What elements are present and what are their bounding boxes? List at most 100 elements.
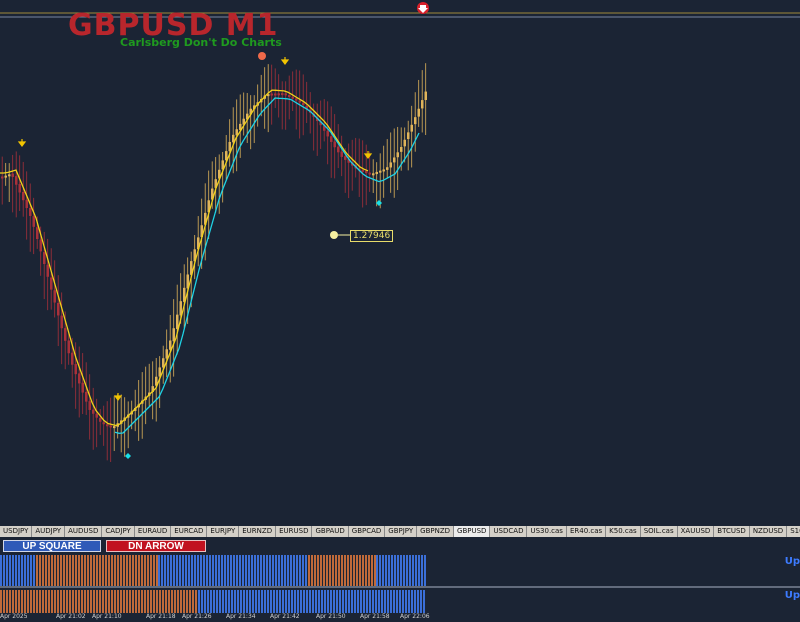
indicator-bar (393, 590, 395, 613)
indicator-bar (12, 590, 14, 613)
bear-candle (53, 290, 56, 303)
indicator-bar (270, 590, 272, 613)
symbol-tab-cadjpy[interactable]: CADJPY (102, 526, 135, 537)
indicator-bar (27, 555, 29, 586)
symbol-tab-eurjpy[interactable]: EURJPY (207, 526, 240, 537)
indicator-bar (126, 555, 128, 586)
bull-candle (424, 91, 427, 101)
indicator-bar (75, 590, 77, 613)
symbol-tab-eurnzd[interactable]: EURNZD (239, 526, 277, 537)
symbol-tab-euraud[interactable]: EURAUD (135, 526, 172, 537)
bear-candle (270, 93, 273, 96)
indicator-bar (114, 555, 116, 586)
symbol-tab-k50-cas[interactable]: K50.cas (606, 526, 641, 537)
indicator-bar (415, 555, 417, 586)
bear-candle (71, 352, 74, 365)
indicator-bar (111, 590, 113, 613)
indicator-bar (279, 590, 281, 613)
bull-candle (421, 100, 424, 109)
symbol-tab-xauusd[interactable]: XAUUSD (678, 526, 715, 537)
indicator-bar (63, 590, 65, 613)
symbol-tab-gbpaud[interactable]: GBPAUD (312, 526, 349, 537)
indicator-bar (9, 590, 11, 613)
symbol-tab-eurusd[interactable]: EURUSD (276, 526, 313, 537)
symbol-tab-gbpcad[interactable]: GBPCAD (349, 526, 386, 537)
symbol-tab-soil-cas[interactable]: SOIL.cas (641, 526, 678, 537)
indicator-bar (201, 590, 203, 613)
price-chart[interactable] (0, 0, 800, 522)
moving-average-yellow (0, 89, 369, 427)
indicator-bar (354, 590, 356, 613)
indicator-bar (423, 590, 425, 613)
indicator-bar (400, 555, 402, 586)
indicator-bar (78, 555, 80, 586)
indicator-bar (363, 590, 365, 613)
symbol-tab-s100-cas[interactable]: S100.cas (787, 526, 800, 537)
symbol-tab-eurcad[interactable]: EURCAD (171, 526, 208, 537)
indicator-bar (165, 590, 167, 613)
indicator-bar (258, 590, 260, 613)
indicator-bar (222, 590, 224, 613)
indicator-bar (87, 555, 89, 586)
indicator-bar (12, 555, 14, 586)
indicator-bar (129, 555, 131, 586)
indicator-bar (105, 555, 107, 586)
indicator-bar (335, 555, 337, 586)
bull-candle (169, 340, 172, 350)
bull-candle (165, 349, 168, 359)
indicator-bar (15, 590, 17, 613)
bear-candle (15, 176, 18, 185)
symbol-tab-btcusd[interactable]: BTCUSD (714, 526, 750, 537)
indicator-bar (311, 555, 313, 586)
symbol-tab-gbpnzd[interactable]: GBPNZD (417, 526, 455, 537)
indicator-bar (237, 590, 239, 613)
indicator-bar (303, 590, 305, 613)
bear-candle (288, 94, 291, 97)
indicator-bar (183, 590, 185, 613)
price-marker-icon (330, 231, 338, 239)
bear-candle (302, 102, 305, 106)
time-label: Apr 21:42 (270, 613, 300, 620)
indicator-bar (102, 590, 104, 613)
indicator-bar (36, 590, 38, 613)
indicator-bar (170, 555, 172, 586)
indicator-bar (66, 590, 68, 613)
indicator-bar (6, 590, 8, 613)
symbol-tab-usdcad[interactable]: USDCAD (490, 526, 528, 537)
indicator-bar (45, 590, 47, 613)
symbol-tab-nzdusd[interactable]: NZDUSD (750, 526, 788, 537)
indicator-bar (234, 590, 236, 613)
bear-candle (281, 93, 284, 96)
symbol-tab-gbpjpy[interactable]: GBPJPY (385, 526, 418, 537)
symbol-tab-gbpusd[interactable]: GBPUSD (454, 526, 491, 537)
indicator-bar (288, 590, 290, 613)
symbol-tab-audjpy[interactable]: AUDJPY (32, 526, 66, 537)
indicator-bar (282, 590, 284, 613)
bear-candle (18, 184, 21, 193)
indicator-bar (285, 590, 287, 613)
symbol-tab-usdjpy[interactable]: USDJPY (0, 526, 33, 537)
bear-candle (368, 172, 371, 175)
symbol-tab-audusd[interactable]: AUDUSD (65, 526, 103, 537)
dn-arrow-button[interactable]: DN ARROW (106, 540, 206, 552)
indicator-bar (186, 590, 188, 613)
symbol-tab-us30-cas[interactable]: US30.cas (527, 526, 567, 537)
indicator-bar (278, 555, 280, 586)
indicator-bar (267, 590, 269, 613)
symbol-tab-er40-cas[interactable]: ER40.cas (567, 526, 607, 537)
bear-candle (74, 364, 77, 375)
indicator-bar (216, 590, 218, 613)
indicator-bar (405, 590, 407, 613)
bear-candle (99, 417, 102, 422)
indicator-bar (269, 555, 271, 586)
indicator-bar (318, 590, 320, 613)
indicator-bar (362, 555, 364, 586)
indicator-bar (320, 555, 322, 586)
bear-candle (32, 216, 35, 227)
bear-candle (81, 382, 84, 393)
bear-candle (284, 93, 287, 96)
up-square-button[interactable]: UP SQUARE (3, 540, 101, 552)
indicator-bar (336, 590, 338, 613)
indicator-bar (132, 555, 134, 586)
indicator-bar (129, 590, 131, 613)
